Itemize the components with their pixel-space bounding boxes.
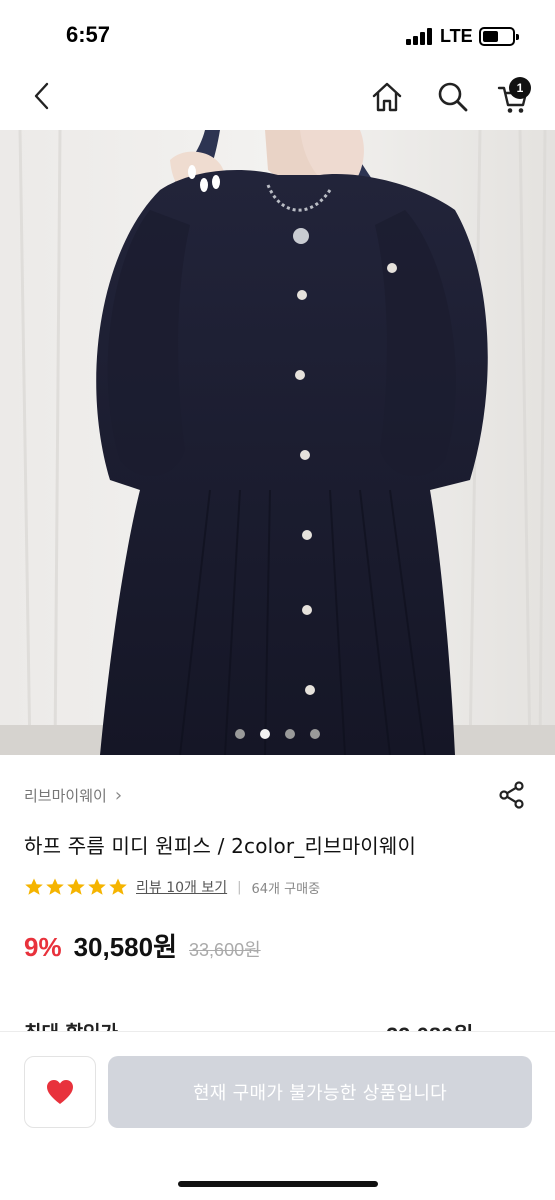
cart-count-badge: 1 [509,77,531,99]
original-price: 33,600원 [189,940,261,960]
brand-link[interactable]: 리브마이웨이 › [24,785,122,806]
review-link[interactable]: 리뷰 10개 보기 [136,877,227,897]
gallery-dot[interactable] [285,729,295,739]
home-indicator [178,1181,378,1187]
gallery-dot[interactable] [235,729,245,739]
brand-name: 리브마이웨이 [24,787,107,805]
gallery-dot[interactable] [310,729,320,739]
search-button[interactable] [434,78,472,116]
share-icon [499,781,524,809]
status-time: 6:57 [66,22,111,47]
status-bar: 6:57 LTE [0,0,555,66]
star-rating [24,877,128,897]
star-icon [25,878,43,895]
signal-icon [406,28,434,45]
discount-rate: 9% [24,932,62,962]
star-icon [67,878,85,895]
gallery-dot-active[interactable] [260,729,270,739]
home-button[interactable] [368,78,406,116]
price-row: 9% 30,580원 33,600원 [24,927,261,964]
heart-icon [47,1080,73,1104]
chevron-left-icon [34,82,49,110]
star-icon [46,878,64,895]
gallery-pagination [0,727,555,741]
top-nav [0,66,555,130]
product-photo [0,130,555,755]
buy-button-disabled[interactable]: 현재 구매가 불가능한 상품입니다 [108,1056,532,1128]
sale-price: 30,580원 [73,932,178,962]
share-button[interactable] [497,780,527,810]
separator: | [237,879,242,895]
purchase-count: 64개 구매중 [251,881,321,897]
search-icon [438,82,468,112]
back-button[interactable] [24,78,60,114]
network-label: LTE [440,26,473,46]
wishlist-button[interactable] [24,1056,96,1128]
home-icon [372,82,402,112]
product-title: 하프 주름 미디 원피스 / 2color_리브마이웨이 [24,834,417,858]
chevron-right-icon: › [114,785,123,806]
star-icon [109,878,127,895]
battery-icon [479,27,519,46]
star-icon [88,878,106,895]
product-image[interactable] [0,130,555,755]
rating-row: 리뷰 10개 보기 | 64개 구매중 [24,877,320,897]
